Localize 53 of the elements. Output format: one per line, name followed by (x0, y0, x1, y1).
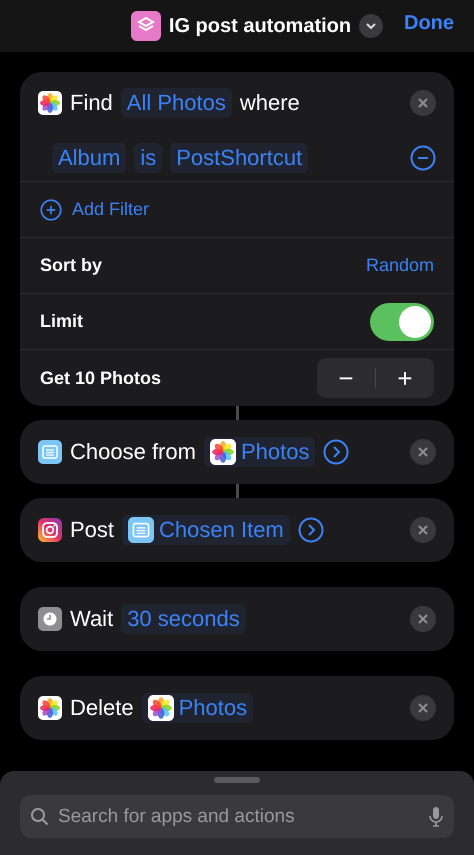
add-icon[interactable] (40, 198, 62, 220)
remove-button[interactable] (410, 695, 436, 721)
chevron-down-icon[interactable] (359, 14, 384, 38)
add-filter-link[interactable]: Add Filter (40, 198, 150, 220)
remove-button[interactable] (410, 606, 436, 632)
done-button[interactable]: Done (404, 12, 454, 35)
flower-icon (38, 91, 62, 115)
close-icon (417, 702, 429, 714)
flower-icon (38, 696, 62, 720)
increment-button[interactable]: + (376, 358, 434, 398)
decrement-button[interactable]: − (317, 358, 375, 398)
variable-token[interactable]: Album (52, 142, 126, 172)
chevron-right-icon[interactable] (323, 439, 350, 465)
variable-token[interactable]: PostShortcut (170, 142, 308, 172)
remove-button[interactable] (410, 517, 436, 543)
search-input[interactable]: Search for apps and actions (56, 804, 422, 828)
search-icon (30, 806, 50, 826)
action-label: Choose from (70, 439, 196, 465)
action-label: Post (70, 517, 114, 543)
setting-value[interactable]: Random (366, 255, 434, 276)
remove-button[interactable] (410, 439, 436, 465)
variable-token[interactable]: Chosen Item (122, 515, 290, 545)
close-icon (417, 97, 429, 109)
action-label: Wait (70, 606, 114, 632)
shortcut-title: IG post automation (168, 14, 352, 38)
list-icon (128, 517, 154, 543)
grabber-handle[interactable] (214, 777, 260, 783)
setting-label: Limit (40, 311, 83, 332)
remove-button[interactable] (410, 90, 436, 116)
close-icon (417, 613, 429, 625)
shortcut-icon (130, 11, 161, 41)
clock-icon (38, 607, 62, 631)
chevron-right-icon[interactable] (298, 517, 324, 543)
action-label: Delete (70, 695, 134, 721)
variable-token[interactable]: Photos (204, 437, 316, 467)
search-field[interactable]: Search for apps and actions (20, 795, 454, 838)
close-icon (417, 524, 429, 536)
limit-toggle[interactable] (370, 302, 434, 340)
flower-icon (210, 439, 236, 465)
action-label: Find (70, 90, 113, 116)
setting-label: Get 10 Photos (40, 368, 162, 388)
close-icon (417, 446, 429, 458)
flower-icon (148, 695, 174, 721)
variable-token[interactable]: is (134, 142, 162, 172)
list-icon (38, 440, 62, 464)
variable-token[interactable]: Photos (142, 693, 254, 723)
setting-label: Sort by (40, 255, 102, 276)
variable-token[interactable]: All Photos (120, 88, 232, 118)
camera-icon (38, 518, 62, 542)
microphone-icon[interactable] (428, 804, 444, 828)
variable-token[interactable]: 30 seconds (121, 604, 246, 634)
remove-filter-icon[interactable] (410, 144, 436, 170)
action-label: where (240, 90, 300, 116)
